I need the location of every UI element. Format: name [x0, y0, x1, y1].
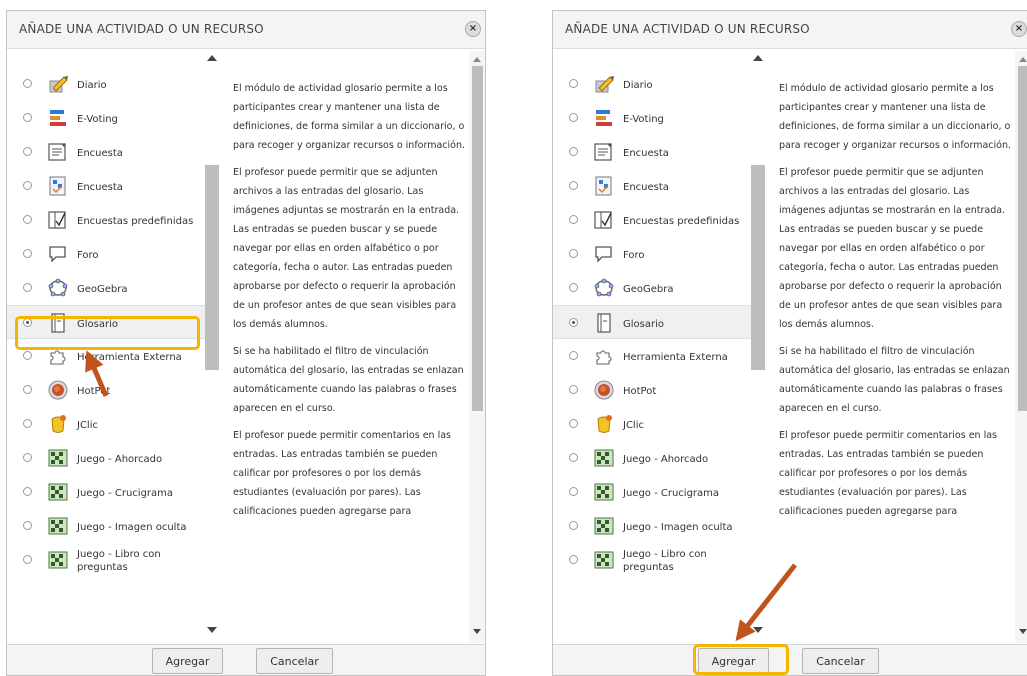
annotation-arrows — [85, 350, 797, 642]
arrow-to-glosario — [85, 350, 109, 397]
arrow-to-agregar — [735, 563, 797, 642]
